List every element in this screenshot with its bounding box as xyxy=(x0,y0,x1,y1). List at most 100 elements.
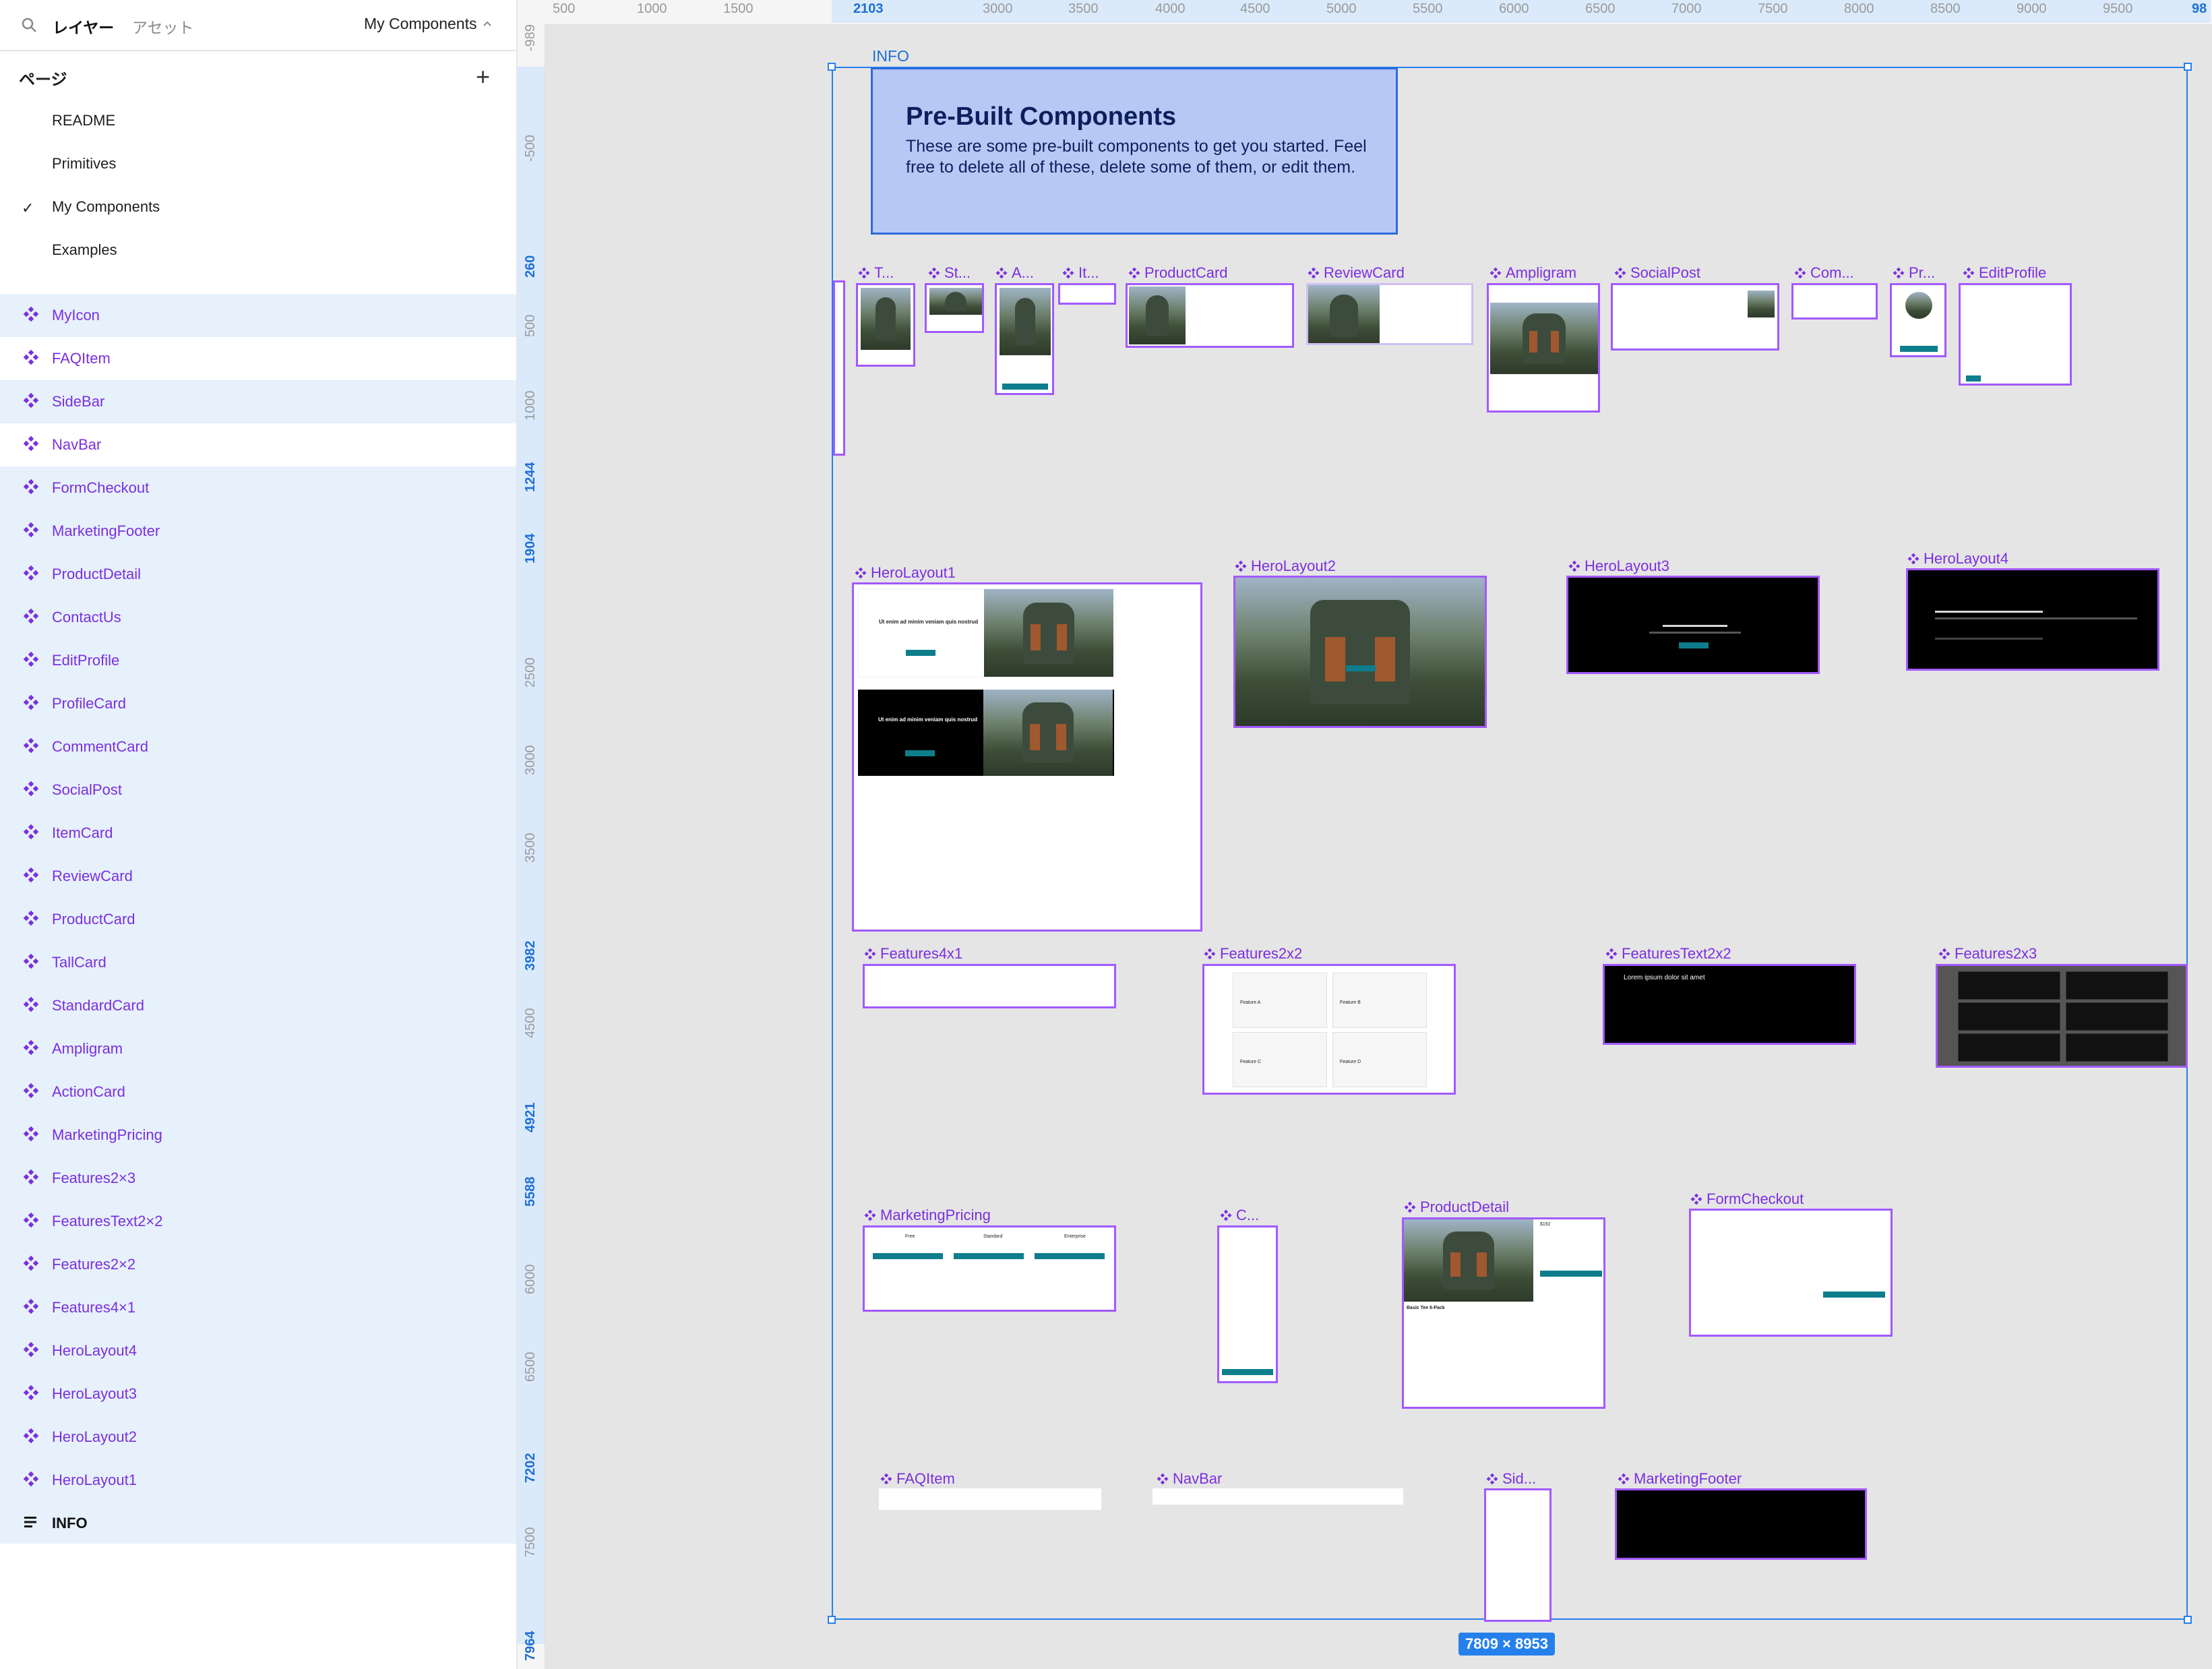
layer-item[interactable]: ReviewCard xyxy=(0,855,516,898)
formcheckout-component[interactable] xyxy=(1689,1209,1893,1337)
navbar-component[interactable] xyxy=(1153,1488,1403,1505)
component-label-herolayout3[interactable]: HeroLayout3 xyxy=(1568,557,1669,575)
layer-item[interactable]: EditProfile xyxy=(0,639,516,682)
component-label-ampligram[interactable]: Ampligram xyxy=(1489,264,1576,282)
component-label-st[interactable]: St... xyxy=(928,264,971,282)
sidebar-component[interactable] xyxy=(1484,1488,1552,1622)
page-item-primitives[interactable]: Primitives xyxy=(0,143,516,186)
ampligram-component[interactable] xyxy=(1487,283,1600,413)
component-label-c[interactable]: C... xyxy=(1220,1207,1259,1224)
chevron-up-icon[interactable] xyxy=(483,20,492,27)
page-switcher[interactable]: My Components xyxy=(364,15,477,33)
ruler-tick-label: 8000 xyxy=(1844,1,1874,16)
featurestext2x2-component[interactable]: Lorem ipsum dolor sit amet xyxy=(1603,964,1856,1045)
component-label-formcheckout[interactable]: FormCheckout xyxy=(1690,1190,1804,1208)
commentcard-component[interactable] xyxy=(1791,283,1878,320)
layer-item[interactable]: Features2×3 xyxy=(0,1157,516,1200)
component-label-featurestext2x2[interactable]: FeaturesText2x2 xyxy=(1605,945,1731,963)
layer-item[interactable]: HeroLayout2 xyxy=(0,1416,516,1459)
layer-item[interactable]: HeroLayout4 xyxy=(0,1329,516,1372)
marketingpricing-component[interactable]: Free Standard Enterprise xyxy=(863,1225,1116,1312)
features2x3-component[interactable] xyxy=(1936,964,2188,1068)
layer-item[interactable]: Features4×1 xyxy=(0,1286,516,1329)
component-label-it[interactable]: It... xyxy=(1062,264,1099,282)
resize-handle-top-right[interactable] xyxy=(2184,63,2192,71)
info-frame-label[interactable]: INFO xyxy=(872,47,909,65)
layer-item[interactable]: Features2×2 xyxy=(0,1243,516,1286)
layer-item[interactable]: FAQItem xyxy=(0,337,516,380)
component-label-features2x3[interactable]: Features2x3 xyxy=(1938,945,2037,963)
layer-item[interactable]: CommentCard xyxy=(0,725,516,768)
herolayout2-component[interactable] xyxy=(1233,576,1487,728)
marketingfooter-component[interactable] xyxy=(1615,1488,1867,1560)
component-label-productcard[interactable]: ProductCard xyxy=(1128,264,1228,282)
faqitem-component[interactable] xyxy=(879,1488,1101,1510)
reviewcard-component[interactable] xyxy=(1306,283,1473,345)
features2x2-component[interactable]: Feature A Feature B Feature C Feature D xyxy=(1202,964,1456,1095)
layer-item[interactable]: MyIcon xyxy=(0,294,516,337)
component-label-marketingpricing[interactable]: MarketingPricing xyxy=(864,1207,991,1224)
features4x1-component[interactable] xyxy=(863,964,1116,1008)
component-label-reviewcard[interactable]: ReviewCard xyxy=(1308,264,1405,282)
layer-item[interactable]: FormCheckout xyxy=(0,466,516,510)
socialpost-component[interactable] xyxy=(1611,283,1779,351)
page-item-examples[interactable]: Examples xyxy=(0,229,516,272)
page-item-my-components[interactable]: ✓ My Components xyxy=(0,186,516,229)
component-label-herolayout4[interactable]: HeroLayout4 xyxy=(1907,550,2008,568)
add-page-icon[interactable]: + xyxy=(476,65,490,89)
component-label-herolayout1[interactable]: HeroLayout1 xyxy=(855,564,956,582)
layer-item[interactable]: ProductCard xyxy=(0,898,516,941)
component-label-socialpost[interactable]: SocialPost xyxy=(1614,264,1700,282)
layer-item[interactable]: SocialPost xyxy=(0,768,516,812)
layer-item[interactable]: ProductDetail xyxy=(0,553,516,596)
tallcard-component[interactable] xyxy=(856,283,915,367)
component-label-navbar[interactable]: NavBar xyxy=(1157,1470,1222,1488)
component-label-features4x1[interactable]: Features4x1 xyxy=(864,945,962,963)
component-label-t[interactable]: T... xyxy=(858,264,894,282)
resize-handle-bottom-left[interactable] xyxy=(828,1616,836,1624)
myicon-component[interactable] xyxy=(833,280,845,456)
component-label-herolayout2[interactable]: HeroLayout2 xyxy=(1235,557,1336,575)
profilecard-component[interactable] xyxy=(1890,283,1946,357)
layer-item[interactable]: NavBar xyxy=(0,423,516,466)
layer-item[interactable]: ActionCard xyxy=(0,1070,516,1114)
layer-item[interactable]: ItemCard xyxy=(0,812,516,855)
component-label-features2x2[interactable]: Features2x2 xyxy=(1204,945,1302,963)
component-label-faqitem[interactable]: FAQItem xyxy=(880,1470,955,1488)
herolayout1-component[interactable]: Ut enim ad minim veniam quis nostrud Ut … xyxy=(852,582,1202,932)
contactus-component[interactable] xyxy=(1217,1225,1278,1383)
itemcard-component[interactable] xyxy=(1058,283,1116,305)
standardcard-component[interactable] xyxy=(925,283,984,333)
actioncard-component[interactable] xyxy=(995,283,1054,395)
layer-item[interactable]: INFO xyxy=(0,1502,516,1545)
component-label-marketingfooter[interactable]: MarketingFooter xyxy=(1618,1470,1742,1488)
search-icon[interactable] xyxy=(20,16,38,34)
productdetail-component[interactable]: Basic Tee 6-Pack $192 xyxy=(1402,1217,1605,1409)
resize-handle-top-left[interactable] xyxy=(828,63,836,71)
layer-item[interactable]: ContactUs xyxy=(0,596,516,639)
component-label-editprofile[interactable]: EditProfile xyxy=(1963,264,2046,282)
herolayout4-component[interactable] xyxy=(1906,568,2159,671)
herolayout3-component[interactable] xyxy=(1566,576,1820,674)
layer-item[interactable]: FeaturesText2×2 xyxy=(0,1200,516,1243)
layer-item[interactable]: HeroLayout3 xyxy=(0,1372,516,1416)
editprofile-component[interactable] xyxy=(1959,283,2072,386)
layer-item[interactable]: MarketingFooter xyxy=(0,510,516,553)
layer-item[interactable]: HeroLayout1 xyxy=(0,1459,516,1502)
resize-handle-bottom-right[interactable] xyxy=(2184,1616,2192,1624)
component-label-a[interactable]: A... xyxy=(995,264,1034,282)
layer-item[interactable]: ProfileCard xyxy=(0,682,516,725)
component-label-sid[interactable]: Sid... xyxy=(1486,1470,1536,1488)
layer-item[interactable]: MarketingPricing xyxy=(0,1114,516,1157)
layer-item[interactable]: SideBar xyxy=(0,380,516,423)
component-label-pr[interactable]: Pr... xyxy=(1893,264,1935,282)
layer-item[interactable]: StandardCard xyxy=(0,984,516,1027)
page-item-readme[interactable]: README xyxy=(0,100,516,143)
layer-item[interactable]: TallCard xyxy=(0,941,516,984)
productcard-component[interactable] xyxy=(1126,283,1294,348)
component-label-productdetail[interactable]: ProductDetail xyxy=(1404,1198,1509,1216)
tab-assets[interactable]: アセット xyxy=(132,15,194,38)
layer-item[interactable]: Ampligram xyxy=(0,1027,516,1070)
tab-layers[interactable]: レイヤー xyxy=(53,15,114,38)
component-label-com[interactable]: Com... xyxy=(1794,264,1854,282)
